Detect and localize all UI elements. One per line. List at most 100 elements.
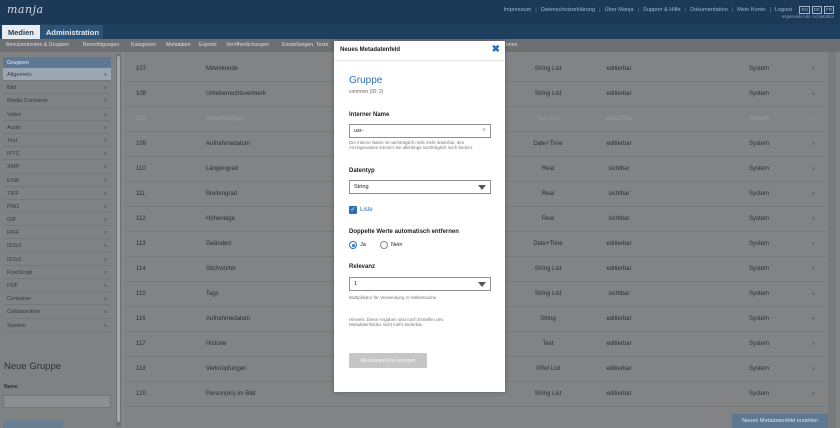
- drag-handle-icon[interactable]: ≡: [104, 191, 107, 197]
- drag-handle-icon[interactable]: ≡: [104, 296, 107, 302]
- sidebar-item-label: Collaboration: [7, 309, 40, 316]
- drag-handle-icon[interactable]: ≡: [812, 291, 815, 297]
- internal-name-input[interactable]: usr- ×: [349, 124, 491, 138]
- link-datenschutz[interactable]: Datenschutzerklärung: [541, 7, 595, 13]
- dedupe-yes-label[interactable]: Ja: [360, 242, 366, 248]
- sidebar-item-text[interactable]: Text ≡: [3, 134, 111, 148]
- drag-handle-icon[interactable]: ≡: [812, 141, 815, 147]
- sidebar-item-postscript[interactable]: PostScript ≡: [3, 266, 111, 279]
- sidebar-item-tiff[interactable]: TIFF ≡: [3, 187, 111, 200]
- sidebar-item-iptc[interactable]: IPTC ≡: [3, 147, 111, 161]
- drag-handle-icon[interactable]: ≡: [104, 230, 107, 236]
- drag-handle-icon[interactable]: ≡: [104, 151, 107, 157]
- subnav-exports[interactable]: Exports: [199, 42, 217, 48]
- table-scrollbar[interactable]: [828, 52, 836, 428]
- drag-handle-icon[interactable]: ≡: [812, 266, 815, 272]
- subnav-veroeffentlichungen[interactable]: Veröffentlichungen: [226, 42, 269, 48]
- subnav-kategorien[interactable]: Kategorien: [131, 42, 156, 48]
- drag-handle-icon[interactable]: ≡: [104, 243, 107, 249]
- sidebar-scroll-thumb[interactable]: [117, 56, 120, 422]
- sidebar-scrollbar[interactable]: [116, 54, 121, 426]
- new-metadata-field-dialog: Neues Metadatenfeld ✖ Gruppe common (ID:…: [334, 41, 505, 392]
- drag-handle-icon[interactable]: ≡: [812, 91, 815, 97]
- drag-handle-icon[interactable]: ≡: [104, 178, 107, 184]
- drag-handle-icon[interactable]: ≡: [104, 85, 107, 91]
- sidebar-item-png[interactable]: PNG ≡: [3, 200, 111, 214]
- sidebar-item-allgemein[interactable]: Allgemein ≡: [3, 68, 111, 82]
- drag-handle-icon[interactable]: ≡: [812, 391, 815, 397]
- subnav-more[interactable]: onen: [506, 42, 518, 48]
- link-mein-konto[interactable]: Mein Konto: [737, 7, 765, 13]
- sidebar-item-riff[interactable]: RIFF ≡: [3, 226, 111, 240]
- sidebar-item-pdf[interactable]: PDF ≡: [3, 279, 111, 293]
- subnav-einstellungen[interactable]: Einstellungen, Texte: [282, 42, 328, 48]
- close-icon[interactable]: ✖: [492, 44, 500, 56]
- drag-handle-icon[interactable]: ≡: [812, 166, 815, 172]
- drag-handle-icon[interactable]: ≡: [812, 366, 815, 372]
- drag-handle-icon[interactable]: ≡: [104, 323, 107, 329]
- drag-handle-icon[interactable]: ≡: [104, 138, 107, 144]
- link-ueber-manja[interactable]: Über Manja: [605, 7, 634, 13]
- drag-handle-icon[interactable]: ≡: [104, 257, 107, 263]
- create-group-button[interactable]: [3, 420, 63, 428]
- lang-fr[interactable]: FR: [824, 6, 834, 14]
- create-field-button[interactable]: Metadatenfeld anlegen: [349, 353, 427, 368]
- cell-source: System: [748, 141, 769, 147]
- lang-en[interactable]: EN: [799, 6, 810, 14]
- manja-logo[interactable]: manja: [7, 3, 44, 16]
- sidebar-item-exif[interactable]: EXIF ≡: [3, 174, 111, 187]
- drag-handle-icon[interactable]: ≡: [812, 316, 815, 322]
- tab-administration[interactable]: Administration: [40, 25, 103, 39]
- dedupe-no-label[interactable]: Nein: [391, 242, 403, 248]
- subnav-metadaten[interactable]: Metadaten: [166, 42, 191, 48]
- drag-handle-icon[interactable]: ≡: [812, 116, 815, 122]
- drag-handle-icon[interactable]: ≡: [104, 112, 107, 118]
- list-checkbox-label[interactable]: Liste: [360, 207, 373, 213]
- drag-handle-icon[interactable]: ≡: [104, 309, 107, 315]
- clear-icon[interactable]: ×: [482, 127, 486, 134]
- link-impressum[interactable]: Impressum: [504, 7, 532, 13]
- datatype-select[interactable]: String: [349, 180, 491, 194]
- subnav-benutzerkonten[interactable]: Benutzerkonten & Gruppen: [6, 42, 69, 48]
- drag-handle-icon[interactable]: ≡: [812, 241, 815, 247]
- dedupe-no-radio[interactable]: [380, 241, 388, 249]
- subnav-berechtigungen[interactable]: Berechtigungen: [83, 42, 119, 48]
- lang-de[interactable]: DE: [811, 6, 822, 14]
- sidebar-item-xmp[interactable]: XMP ≡: [3, 160, 111, 174]
- drag-handle-icon[interactable]: ≡: [104, 217, 107, 223]
- link-dokumentation[interactable]: Dokumentation: [690, 7, 728, 13]
- drag-handle-icon[interactable]: ≡: [104, 164, 107, 170]
- sidebar-item-id3v1[interactable]: ID3v1 ≡: [3, 239, 111, 253]
- sidebar-item-audio[interactable]: Audio ≡: [3, 121, 111, 134]
- sidebar-item-system[interactable]: System ≡: [3, 319, 111, 332]
- sidebar-item-container[interactable]: Container ≡: [3, 292, 111, 306]
- drag-handle-icon[interactable]: ≡: [812, 341, 815, 347]
- drag-handle-icon[interactable]: ≡: [104, 204, 107, 210]
- drag-handle-icon[interactable]: ≡: [104, 125, 107, 131]
- drag-handle-icon[interactable]: ≡: [812, 191, 815, 197]
- dedupe-yes-radio[interactable]: [349, 241, 357, 249]
- cell-source: System: [748, 91, 769, 97]
- link-support[interactable]: Support & Hilfe: [643, 7, 681, 13]
- cell-name: Breitengrad: [206, 191, 238, 197]
- sidebar-item-id3v2[interactable]: ID3v2 ≡: [3, 253, 111, 266]
- drag-handle-icon[interactable]: ≡: [812, 216, 815, 222]
- group-name-input[interactable]: [3, 395, 111, 408]
- drag-handle-icon[interactable]: ≡: [104, 72, 107, 78]
- sidebar-item-gif[interactable]: GIF ≡: [3, 213, 111, 227]
- link-logout[interactable]: Logout: [775, 7, 792, 13]
- sidebar-item-bild[interactable]: Bild ≡: [3, 81, 111, 95]
- sidebar-item-collaboration[interactable]: Collaboration ≡: [3, 305, 111, 319]
- drag-handle-icon[interactable]: ≡: [104, 98, 107, 104]
- new-metadata-field-button[interactable]: Neues Metadatenfeld erstellen: [732, 414, 828, 428]
- relevance-select[interactable]: 1: [349, 277, 491, 291]
- list-checkbox[interactable]: ✓: [349, 206, 357, 214]
- drag-handle-icon[interactable]: ≡: [104, 270, 107, 276]
- drag-handle-icon[interactable]: ≡: [812, 66, 815, 72]
- drag-handle-icon[interactable]: ≡: [104, 283, 107, 289]
- sidebar-item-media-container[interactable]: Media Container ≡: [3, 94, 111, 108]
- sidebar-item-label: RIFF: [7, 230, 20, 237]
- cell-name: Tags: [206, 291, 219, 297]
- sidebar-item-video[interactable]: Video ≡: [3, 108, 111, 121]
- tab-medien[interactable]: Medien: [2, 25, 40, 39]
